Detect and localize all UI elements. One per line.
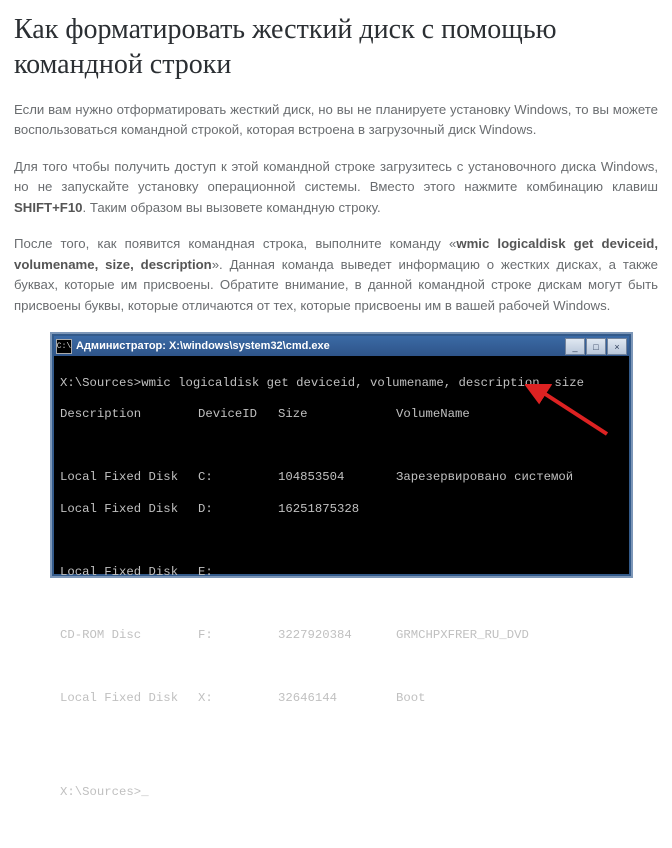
output-row: CD-ROM DiscF:3227920384GRMCHPXFRER_RU_DV…	[60, 628, 623, 644]
row-size: 104853504	[278, 470, 396, 486]
row-dev: F:	[198, 628, 278, 644]
minimize-button[interactable]: _	[565, 338, 585, 355]
cmd-window-inner: C:\ Администратор: X:\windows\system32\c…	[54, 336, 629, 574]
row-dev: C:	[198, 470, 278, 486]
close-button[interactable]: ×	[607, 338, 627, 355]
row-dev: X:	[198, 691, 278, 707]
hdr-volumename: VolumeName	[396, 407, 470, 423]
output-row: Local Fixed DiskE:	[60, 565, 623, 581]
window-controls: _ □ ×	[565, 338, 627, 355]
hdr-deviceid: DeviceID	[198, 407, 278, 423]
hdr-size: Size	[278, 407, 396, 423]
paragraph-3: После того, как появится командная строк…	[14, 234, 658, 316]
para2-text-b: . Таким образом вы вызовете командную ст…	[83, 200, 381, 215]
output-row: Local Fixed DiskD:16251875328	[60, 502, 623, 518]
paragraph-2: Для того чтобы получить доступ к этой ко…	[14, 157, 658, 218]
para3-text-a: После того, как появится командная строк…	[14, 236, 456, 251]
para2-shortcut: SHIFT+F10	[14, 200, 83, 215]
row-size: 16251875328	[278, 502, 396, 518]
terminal-body[interactable]: X:\Sources>wmic logicaldisk get deviceid…	[54, 356, 629, 574]
cmd-icon: C:\	[56, 339, 72, 354]
para2-text-a: Для того чтобы получить доступ к этой ко…	[14, 159, 658, 194]
row-desc: Local Fixed Disk	[60, 691, 198, 707]
row-vol: GRMCHPXFRER_RU_DVD	[396, 628, 529, 644]
row-dev: E:	[198, 565, 278, 581]
maximize-button[interactable]: □	[586, 338, 606, 355]
row-desc: Local Fixed Disk	[60, 565, 198, 581]
prompt-path: X:\Sources>	[60, 785, 141, 799]
row-desc: CD-ROM Disc	[60, 628, 198, 644]
cursor: _	[141, 785, 148, 799]
row-dev: D:	[198, 502, 278, 518]
row-vol: Зарезервировано системой	[396, 470, 573, 486]
hdr-description: Description	[60, 407, 198, 423]
cmd-titlebar: C:\ Администратор: X:\windows\system32\c…	[54, 336, 629, 356]
terminal-prompt-line: X:\Sources>_	[60, 785, 623, 801]
output-header-row: DescriptionDeviceIDSizeVolumeName	[60, 407, 623, 423]
row-desc: Local Fixed Disk	[60, 470, 198, 486]
row-vol: Boot	[396, 691, 426, 707]
row-size: 3227920384	[278, 628, 396, 644]
cmd-window-title: Администратор: X:\windows\system32\cmd.e…	[76, 340, 330, 352]
cmd-window: C:\ Администратор: X:\windows\system32\c…	[50, 332, 633, 578]
output-row: Local Fixed DiskC:104853504Зарезервирова…	[60, 470, 623, 486]
prompt-path: X:\Sources>	[60, 376, 141, 390]
row-desc: Local Fixed Disk	[60, 502, 198, 518]
typed-command: wmic logicaldisk get deviceid, volumenam…	[141, 376, 584, 390]
terminal-command-line: X:\Sources>wmic logicaldisk get deviceid…	[60, 376, 623, 392]
article-title: Как форматировать жесткий диск с помощью…	[14, 12, 658, 82]
paragraph-1: Если вам нужно отформатировать жесткий д…	[14, 100, 658, 141]
output-row: Local Fixed DiskX:32646144Boot	[60, 691, 623, 707]
row-size: 32646144	[278, 691, 396, 707]
